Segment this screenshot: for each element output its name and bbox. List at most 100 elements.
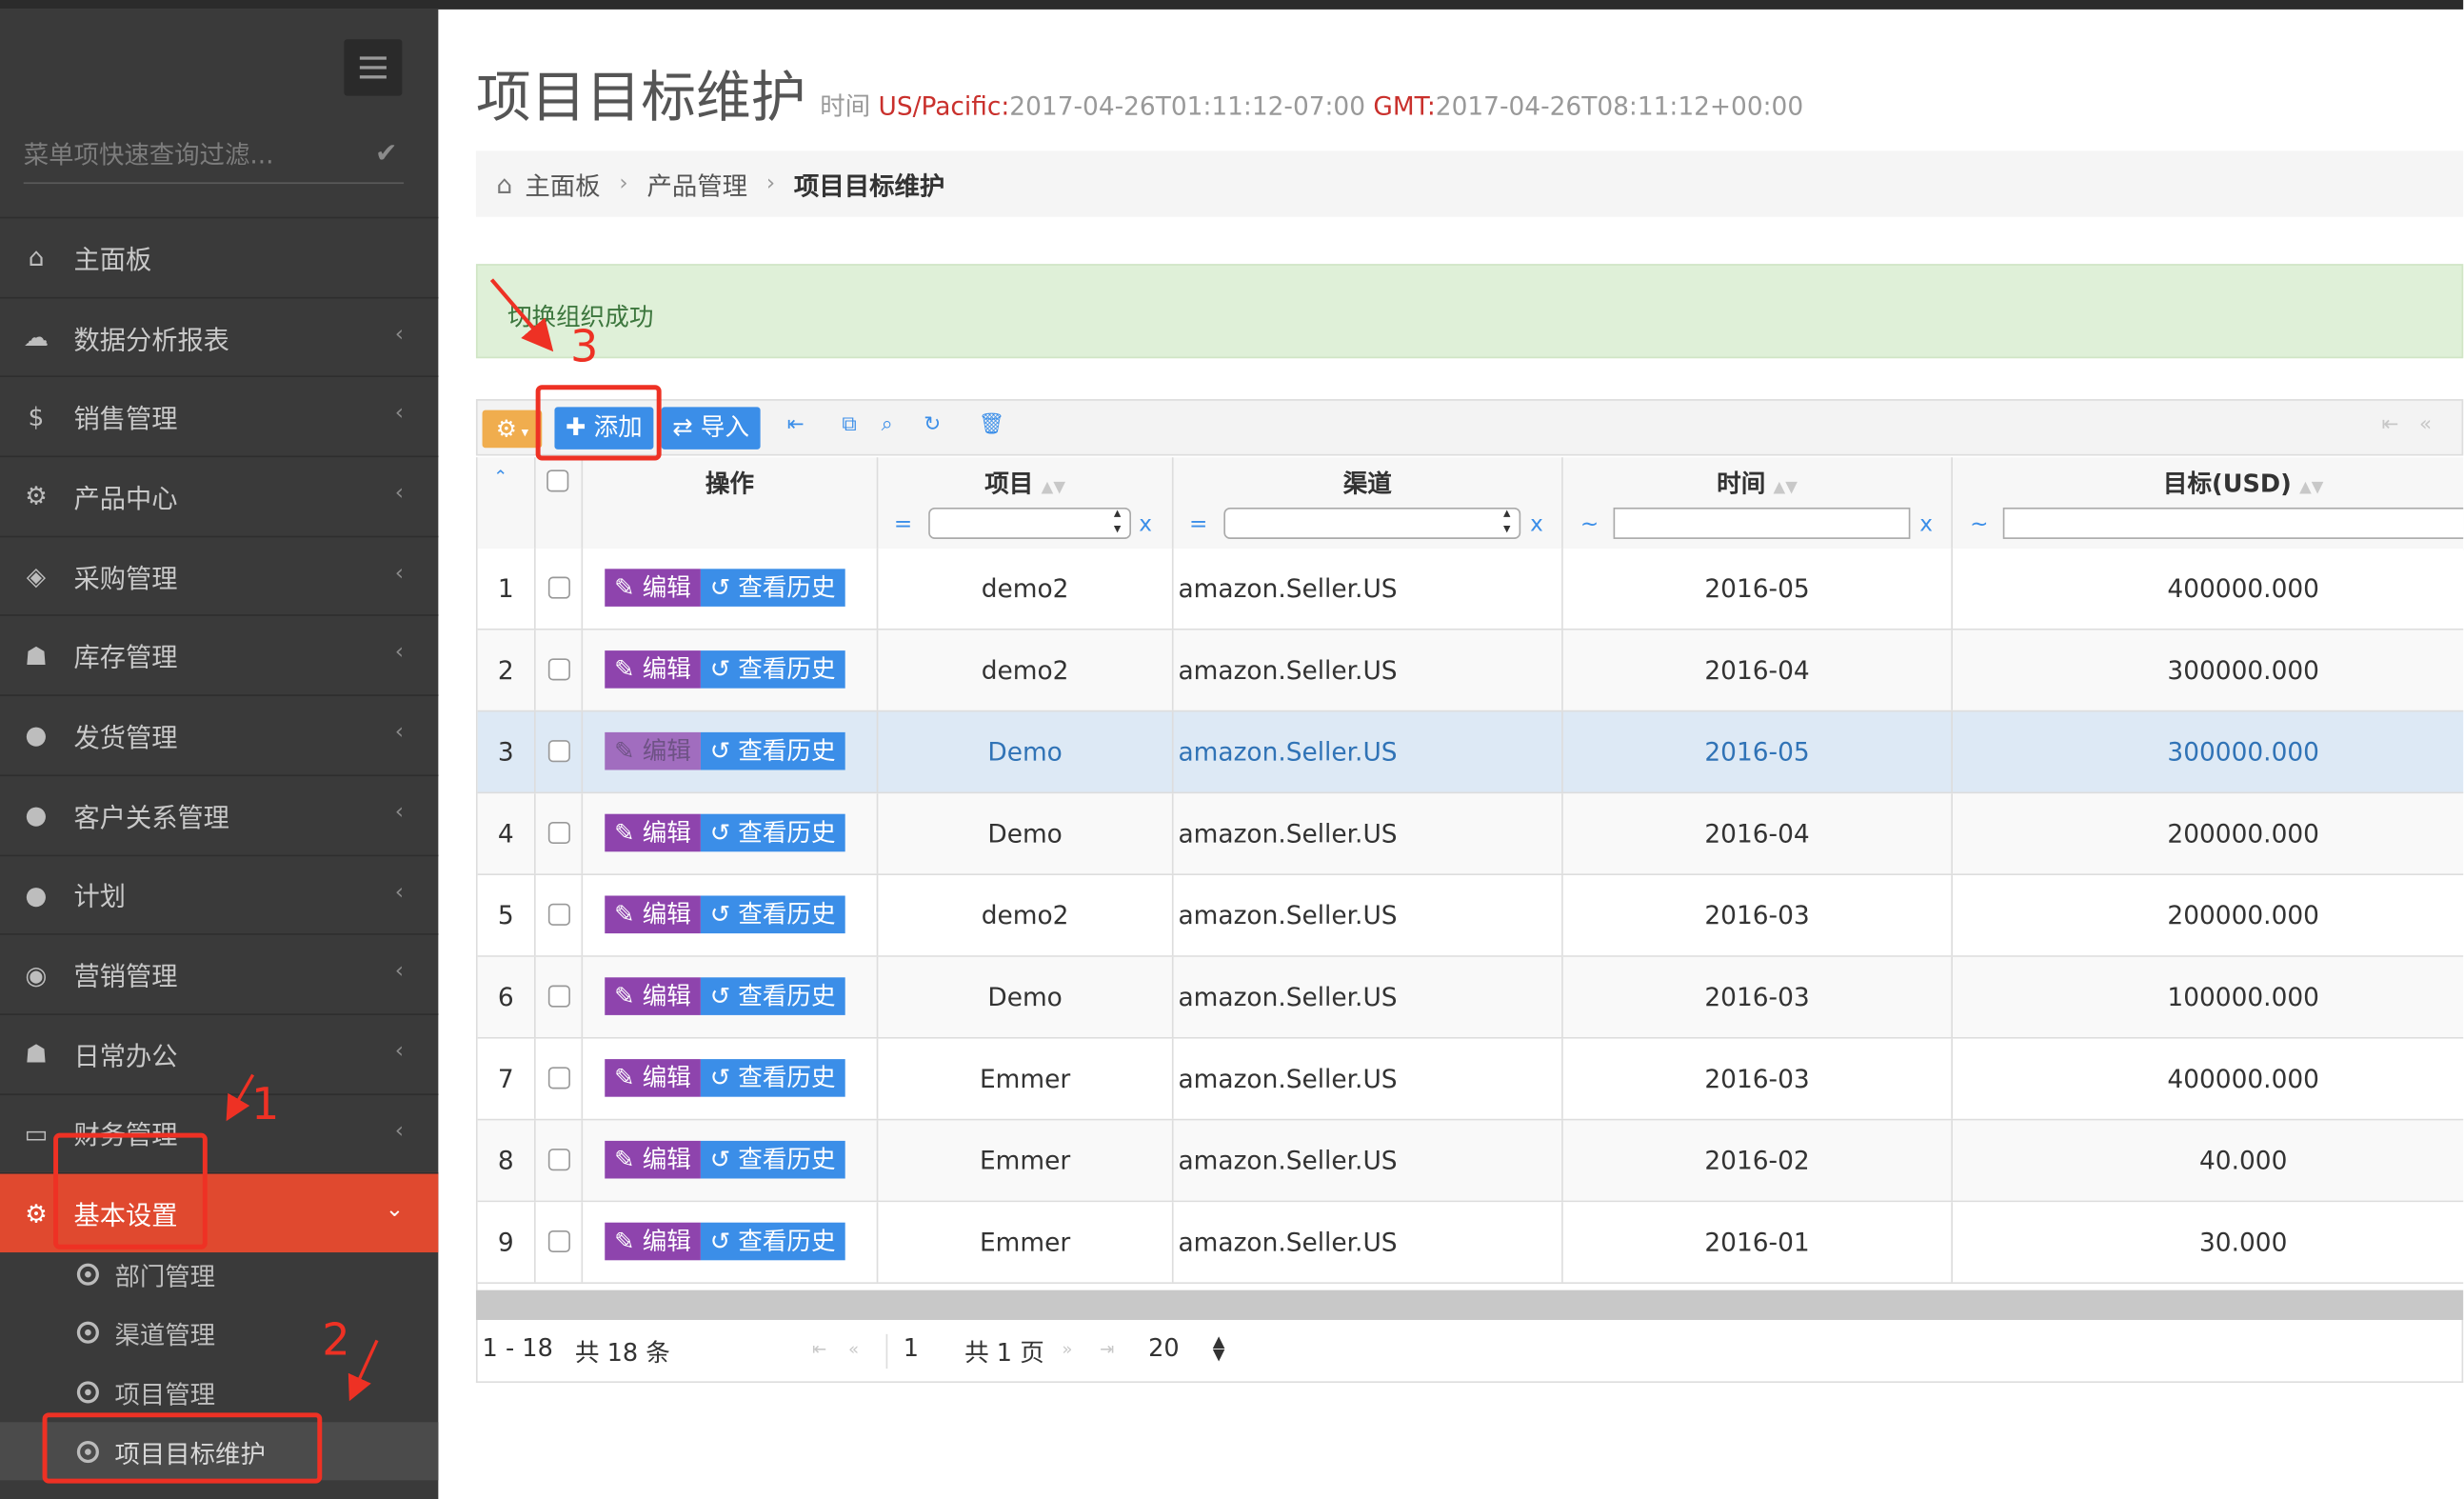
view-history-button[interactable]: ↺ 查看历史 (700, 977, 845, 1015)
prev-page-icon[interactable]: « (2419, 413, 2432, 437)
menu-filter-input[interactable] (23, 131, 354, 176)
project-column-label[interactable]: 项目 ▲▼ (878, 465, 1172, 499)
select-all-checkbox[interactable] (546, 470, 569, 492)
sidebar-item[interactable]: $ 销售管理 ‹ (0, 375, 439, 456)
edit-button[interactable]: ✎ 编辑 (605, 569, 701, 607)
target-header[interactable]: 目标(USD) ▲▼ ~ (1953, 457, 2464, 549)
sidebar-item[interactable]: ⌂ 主面板 (0, 216, 439, 297)
menu-toggle-icon[interactable] (344, 39, 403, 96)
sidebar-item[interactable]: ☗ 库存管理 ‹ (0, 614, 439, 695)
sidebar-subitem[interactable]: 渠道管理 (0, 1303, 438, 1361)
sidebar-item[interactable]: ● 客户关系管理 ‹ (0, 774, 439, 854)
select-arrows-icon[interactable]: ▲ ▼ (1213, 1335, 1225, 1364)
view-history-button[interactable]: ↺ 查看历史 (700, 895, 845, 934)
filter-op-eq[interactable]: = (894, 512, 912, 537)
sidebar-item[interactable]: ☁ 数据分析报表 ‹ (0, 296, 439, 376)
filter-op-range[interactable]: ~ (1580, 512, 1599, 537)
edit-button[interactable]: ✎ 编辑 (605, 895, 701, 934)
table-row[interactable]: 5 ✎ 编辑 ↺ 查看历史 demo2 amazon.Seller.US 2016-03 2… (477, 875, 2464, 957)
clear-filter-icon[interactable]: x (1530, 512, 1543, 537)
edit-button[interactable]: ✎ 编辑 (605, 1222, 701, 1261)
view-history-button[interactable]: ↺ 查看历史 (700, 731, 845, 770)
sidebar-item[interactable]: ● 发货管理 ‹ (0, 694, 439, 775)
project-filter-select[interactable] (928, 506, 1131, 539)
view-history-button[interactable]: ↺ 查看历史 (700, 813, 845, 852)
row-checkbox[interactable] (547, 1067, 570, 1089)
first-page-icon[interactable]: ⇤ (2381, 413, 2398, 437)
sidebar-item[interactable]: ⚙ 产品中心 ‹ (0, 455, 439, 536)
row-checkbox[interactable] (547, 740, 570, 763)
row-checkbox[interactable] (547, 985, 570, 1008)
edit-button[interactable]: ✎ 编辑 (605, 1140, 701, 1179)
row-checkbox[interactable] (547, 1229, 570, 1253)
row-checkbox[interactable] (547, 1149, 570, 1171)
table-row[interactable]: 9 ✎ 编辑 ↺ 查看历史 Emmer amazon.Seller.US 2016-01 3… (477, 1202, 2464, 1285)
edit-button[interactable]: ✎ 编辑 (605, 731, 701, 770)
sidebar-item-label: 主面板 (73, 245, 152, 275)
table-row[interactable]: 7 ✎ 编辑 ↺ 查看历史 Emmer amazon.Seller.US 2016-03 4… (477, 1038, 2464, 1121)
channel-header[interactable]: 渠道 = x (1174, 457, 1563, 549)
check-icon[interactable]: ✔ (375, 138, 398, 170)
sidebar-item[interactable]: ◈ 采购管理 ‹ (0, 535, 439, 615)
sidebar-item[interactable]: ● 计划 ‹ (0, 853, 439, 934)
target-column-label[interactable]: 目标(USD) ▲▼ (1953, 465, 2463, 499)
row-checkbox[interactable] (547, 658, 570, 681)
breadcrumb-home[interactable]: 主面板 (525, 165, 600, 203)
first-column-icon[interactable]: ⇤ (787, 413, 805, 437)
collapse-up-icon[interactable]: ⌃ (493, 467, 507, 487)
table-row[interactable]: 6 ✎ 编辑 ↺ 查看历史 Demo amazon.Seller.US 2016-03 10… (477, 956, 2464, 1039)
clear-filter-icon[interactable]: x (1919, 512, 1933, 537)
filter-op-eq[interactable]: = (1189, 512, 1207, 537)
sidebar-item[interactable]: ☗ 日常办公 ‹ (0, 1013, 439, 1093)
history-icon: ↺ (709, 1064, 739, 1092)
settings-dropdown-button[interactable]: ⚙ ▾ (482, 410, 543, 449)
view-history-button[interactable]: ↺ 查看历史 (700, 569, 845, 607)
android-icon: ☗ (25, 640, 48, 671)
row-select-cell (536, 1120, 584, 1201)
view-history-button[interactable]: ↺ 查看历史 (700, 1059, 845, 1097)
table-row[interactable]: 2 ✎ 编辑 ↺ 查看历史 demo2 amazon.Seller.US 2016-04 3… (477, 630, 2464, 712)
sidebar-subitem[interactable]: 部门管理 (0, 1245, 438, 1303)
table-row[interactable]: 3 ✎ 编辑 ↺ 查看历史 Demo amazon.Seller.US 2016-05 30… (477, 711, 2464, 794)
annotation-box-1 (53, 1132, 208, 1249)
time-header[interactable]: 时间 ▲▼ ~ x (1563, 457, 1953, 549)
edit-button[interactable]: ✎ 编辑 (605, 650, 701, 689)
prev-page-icon[interactable]: « (848, 1339, 859, 1359)
row-checkbox[interactable] (547, 903, 570, 926)
view-history-button[interactable]: ↺ 查看历史 (700, 1140, 845, 1179)
table-row[interactable]: 8 ✎ 编辑 ↺ 查看历史 Emmer amazon.Seller.US 2016-02 4… (477, 1120, 2464, 1203)
import-button[interactable]: ⇄ 导入 (661, 407, 761, 450)
breadcrumb-product[interactable]: 产品管理 (646, 165, 747, 203)
filter-op-range[interactable]: ~ (1970, 512, 1988, 537)
channel-cell: amazon.Seller.US (1174, 548, 1563, 629)
page-number-input[interactable]: 1 (904, 1334, 919, 1363)
channel-column-label[interactable]: 渠道 (1174, 465, 1562, 499)
edit-button[interactable]: ✎ 编辑 (605, 813, 701, 852)
view-history-button[interactable]: ↺ 查看历史 (700, 650, 845, 689)
last-page-icon[interactable]: ⇥ (1100, 1339, 1114, 1359)
view-history-button[interactable]: ↺ 查看历史 (700, 1222, 845, 1261)
sidebar-item[interactable]: ◉ 营销管理 ‹ (0, 933, 439, 1013)
row-select-cell (536, 956, 584, 1037)
refresh-icon[interactable]: ↻ (924, 413, 941, 437)
search-icon[interactable]: ⌕ (882, 413, 893, 437)
table-row[interactable]: 1 ✎ 编辑 ↺ 查看历史 demo2 amazon.Seller.US 2016-05 4… (477, 548, 2464, 630)
first-page-icon[interactable]: ⇤ (812, 1339, 826, 1359)
edit-button[interactable]: ✎ 编辑 (605, 1059, 701, 1097)
row-checkbox[interactable] (547, 576, 570, 599)
horizontal-scrollbar[interactable] (475, 1289, 2464, 1320)
time-filter-input[interactable] (1613, 507, 1911, 539)
page-size-select[interactable]: 20 (1148, 1334, 1180, 1363)
copy-icon[interactable]: ⧉ (842, 413, 856, 437)
target-cell: 100000.000 (2167, 982, 2319, 1012)
edit-button[interactable]: ✎ 编辑 (605, 977, 701, 1015)
trash-icon[interactable]: 🗑 (979, 413, 1004, 437)
project-header[interactable]: 项目▲▼ = x (878, 457, 1174, 549)
time-column-label[interactable]: 时间 ▲▼ (1563, 465, 1952, 499)
next-page-icon[interactable]: » (1062, 1339, 1072, 1359)
clear-filter-icon[interactable]: x (1139, 512, 1152, 537)
row-checkbox[interactable] (547, 821, 570, 845)
table-row[interactable]: 4 ✎ 编辑 ↺ 查看历史 Demo amazon.Seller.US 2016-04 20… (477, 793, 2464, 876)
channel-filter-select[interactable] (1223, 506, 1521, 539)
target-filter-input[interactable] (2002, 507, 2464, 539)
